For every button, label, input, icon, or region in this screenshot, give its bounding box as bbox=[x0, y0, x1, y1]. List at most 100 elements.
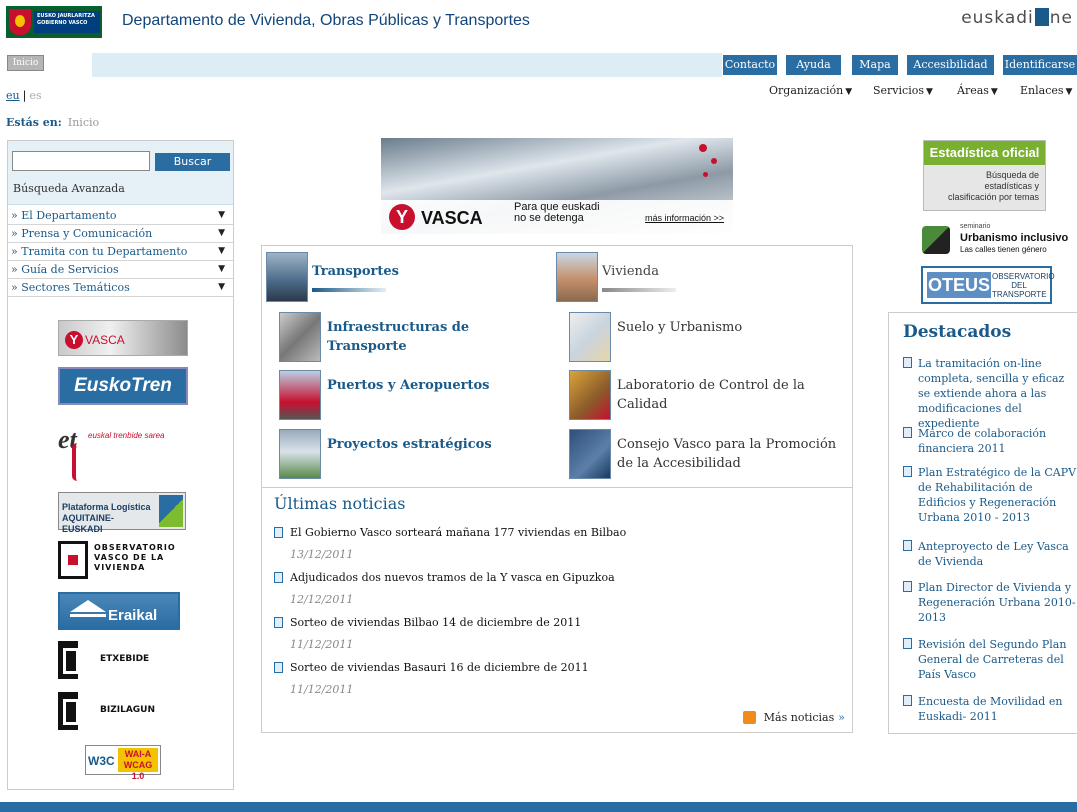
estadistica-oficial-banner[interactable]: Estadística oficial Búsqueda de estadíst… bbox=[923, 140, 1046, 211]
news-item-title: El Gobierno Vasco sorteará mañana 177 vi… bbox=[290, 526, 627, 539]
area-infraestructuras[interactable]: Infraestructuras de Transporte bbox=[279, 312, 549, 364]
nav-item-sectores[interactable]: » Sectores Temáticos ▼ bbox=[8, 279, 233, 297]
nav-item-departamento[interactable]: » El Departamento ▼ bbox=[8, 207, 233, 225]
eraikal-text: Eraikal bbox=[108, 607, 158, 624]
urbanismo-title: Urbanismo inclusivo bbox=[960, 232, 1069, 244]
area-vivienda[interactable]: Vivienda bbox=[556, 252, 836, 306]
rss-icon[interactable] bbox=[742, 711, 756, 724]
etxebide-text: ETXEBIDE bbox=[100, 654, 150, 664]
area-label: Infraestructuras de Transporte bbox=[327, 320, 470, 354]
news-title: Últimas noticias bbox=[274, 494, 406, 513]
y-vasca-text: VASCA bbox=[85, 333, 125, 347]
dropdown-arrow-icon: ▼ bbox=[218, 246, 225, 256]
oteus-banner[interactable]: OTEUS OBSERVATORIO DEL TRANSPORTE bbox=[921, 266, 1055, 304]
document-icon bbox=[903, 695, 912, 706]
menu-enlaces[interactable]: Enlaces ▼ bbox=[1020, 84, 1072, 97]
eraikal-logo[interactable]: Eraikal bbox=[58, 592, 180, 630]
link-identificarse[interactable]: Identificarse bbox=[1003, 55, 1077, 75]
y-vasca-banner[interactable]: Y VASCA Para que euskadi no se detenga m… bbox=[381, 138, 733, 234]
news-item[interactable]: Sorteo de viviendas Basauri 16 de diciem… bbox=[274, 661, 834, 697]
lab-photo bbox=[569, 370, 611, 420]
document-icon bbox=[274, 662, 283, 673]
euskadi-net-logo[interactable]: euskadi ne bbox=[961, 8, 1073, 28]
area-label: Puertos y Aeropuertos bbox=[327, 378, 490, 393]
dropdown-arrow-icon: ▼ bbox=[990, 87, 998, 97]
nav-item-label: » Guía de Servicios bbox=[11, 263, 119, 276]
link-ayuda[interactable]: Ayuda bbox=[786, 55, 841, 75]
advanced-search-link[interactable]: Búsqueda Avanzada bbox=[13, 182, 125, 195]
home-button[interactable]: Inicio bbox=[7, 55, 44, 71]
area-puertos[interactable]: Puertos y Aeropuertos bbox=[279, 370, 549, 422]
area-laboratorio[interactable]: Laboratorio de Control de la Calidad bbox=[569, 370, 853, 422]
area-suelo[interactable]: Suelo y Urbanismo bbox=[569, 312, 853, 364]
menu-areas[interactable]: Áreas ▼ bbox=[957, 84, 998, 97]
search-button[interactable]: Buscar bbox=[155, 153, 230, 171]
area-proyectos[interactable]: Proyectos estratégicos bbox=[279, 429, 549, 481]
lang-eu-link[interactable]: eu bbox=[6, 89, 20, 102]
portal-logo-part-a: euskadi bbox=[961, 8, 1034, 28]
etxebide-logo[interactable]: ETXEBIDE bbox=[58, 641, 178, 679]
news-item[interactable]: El Gobierno Vasco sorteará mañana 177 vi… bbox=[274, 526, 834, 562]
nav-item-label: » Sectores Temáticos bbox=[11, 281, 130, 294]
urbanismo-subtitle: Las calles tienen género bbox=[960, 245, 1047, 254]
news-item[interactable]: Sorteo de viviendas Bilbao 14 de diciemb… bbox=[274, 616, 834, 652]
menu-servicios[interactable]: Servicios ▼ bbox=[873, 84, 933, 97]
link-contacto[interactable]: Contacto bbox=[723, 55, 777, 75]
euskotren-logo[interactable]: EuskoTren bbox=[58, 367, 188, 405]
estadistica-subtitle: Búsqueda de estadísticas y clasificación… bbox=[947, 170, 1039, 202]
gobierno-vasco-logo[interactable]: EUSKO JAURLARITZA GOBIERNO VASCO bbox=[6, 6, 102, 38]
page-footer bbox=[0, 802, 1077, 812]
urbanismo-inclusivo-banner[interactable]: seminario Urbanismo inclusivo Las calles… bbox=[922, 223, 1068, 259]
ets-text: euskal trenbide sarea bbox=[88, 431, 165, 440]
destacado-label: Encuesta de Movilidad en Euskadi- 2011 bbox=[918, 695, 1063, 723]
document-icon bbox=[903, 581, 912, 592]
news-item-title: Adjudicados dos nuevos tramos de la Y va… bbox=[290, 571, 615, 584]
area-label: Consejo Vasco para la Promoción de la Ac… bbox=[617, 437, 837, 471]
document-icon bbox=[274, 527, 283, 538]
left-nav: » El Departamento ▼ » Prensa y Comunicaci… bbox=[8, 207, 233, 297]
nav-item-guia[interactable]: » Guía de Servicios ▼ bbox=[8, 261, 233, 279]
portal-logo-mark-icon bbox=[1034, 8, 1049, 26]
roof-icon bbox=[70, 600, 106, 617]
area-label: Laboratorio de Control de la Calidad bbox=[617, 378, 805, 412]
ets-swoosh-icon bbox=[72, 443, 82, 481]
w3c-wai-badge[interactable]: W3C WAI-A WCAG 1.0 bbox=[85, 745, 161, 781]
observatorio-mark-icon bbox=[58, 541, 88, 579]
oteus-caption: OBSERVATORIO DEL TRANSPORTE bbox=[992, 272, 1055, 299]
gov-logo-text: EUSKO JAURLARITZA GOBIERNO VASCO bbox=[34, 11, 100, 33]
menu-organizacion[interactable]: Organización ▼ bbox=[769, 84, 852, 97]
truck-photo bbox=[266, 252, 308, 302]
lang-es-link[interactable]: es bbox=[29, 89, 41, 102]
link-mapa[interactable]: Mapa bbox=[852, 55, 898, 75]
menu-label: Organización bbox=[769, 84, 844, 97]
area-transportes[interactable]: Transportes bbox=[266, 252, 546, 306]
banner-dot-icon bbox=[699, 144, 707, 152]
rail-photo bbox=[279, 312, 321, 362]
nav-item-tramita[interactable]: » Tramita con tu Departamento ▼ bbox=[8, 243, 233, 261]
more-news-label: Más noticias bbox=[763, 711, 835, 724]
plataforma-logistica-logo[interactable]: Plataforma Logística AQUITAINE-EUSKADI bbox=[58, 492, 186, 534]
page-header: EUSKO JAURLARITZA GOBIERNO VASCO Departa… bbox=[0, 0, 1077, 48]
ets-logo[interactable]: et euskal trenbide sarea bbox=[58, 417, 188, 483]
department-title: Departamento de Vivienda, Obras Públicas… bbox=[122, 12, 530, 29]
menu-label: Enlaces bbox=[1020, 84, 1064, 97]
link-accesibilidad[interactable]: Accesibilidad bbox=[907, 55, 994, 75]
news-item-date: 12/12/2011 bbox=[290, 593, 354, 606]
bizilagun-logo[interactable]: BIZILAGUN bbox=[58, 692, 178, 730]
region-map-photo bbox=[569, 429, 611, 479]
news-item-date: 11/12/2011 bbox=[290, 638, 354, 651]
area-underline bbox=[312, 288, 386, 292]
banner-more-link[interactable]: más información >> bbox=[645, 213, 724, 223]
destacado-label: Marco de colaboración financiera 2011 bbox=[918, 427, 1047, 455]
area-consejo[interactable]: Consejo Vasco para la Promoción de la Ac… bbox=[569, 429, 853, 481]
observatorio-vivienda-logo[interactable]: OBSERVATORIO VASCO DE LA VIVIENDA bbox=[58, 539, 178, 583]
nav-item-label: » El Departamento bbox=[11, 209, 117, 222]
plataforma-text: Plataforma Logística AQUITAINE-EUSKADI bbox=[62, 502, 151, 534]
destacado-label: Plan Director de Vivienda y Regeneración… bbox=[918, 581, 1076, 624]
y-vasca-logo[interactable]: Y VASCA bbox=[58, 320, 188, 356]
nav-item-prensa[interactable]: » Prensa y Comunicación ▼ bbox=[8, 225, 233, 243]
dropdown-arrow-icon: ▼ bbox=[845, 87, 853, 97]
more-news-link[interactable]: Más noticias» bbox=[742, 711, 845, 724]
search-input[interactable] bbox=[12, 151, 150, 171]
news-item[interactable]: Adjudicados dos nuevos tramos de la Y va… bbox=[274, 571, 834, 607]
